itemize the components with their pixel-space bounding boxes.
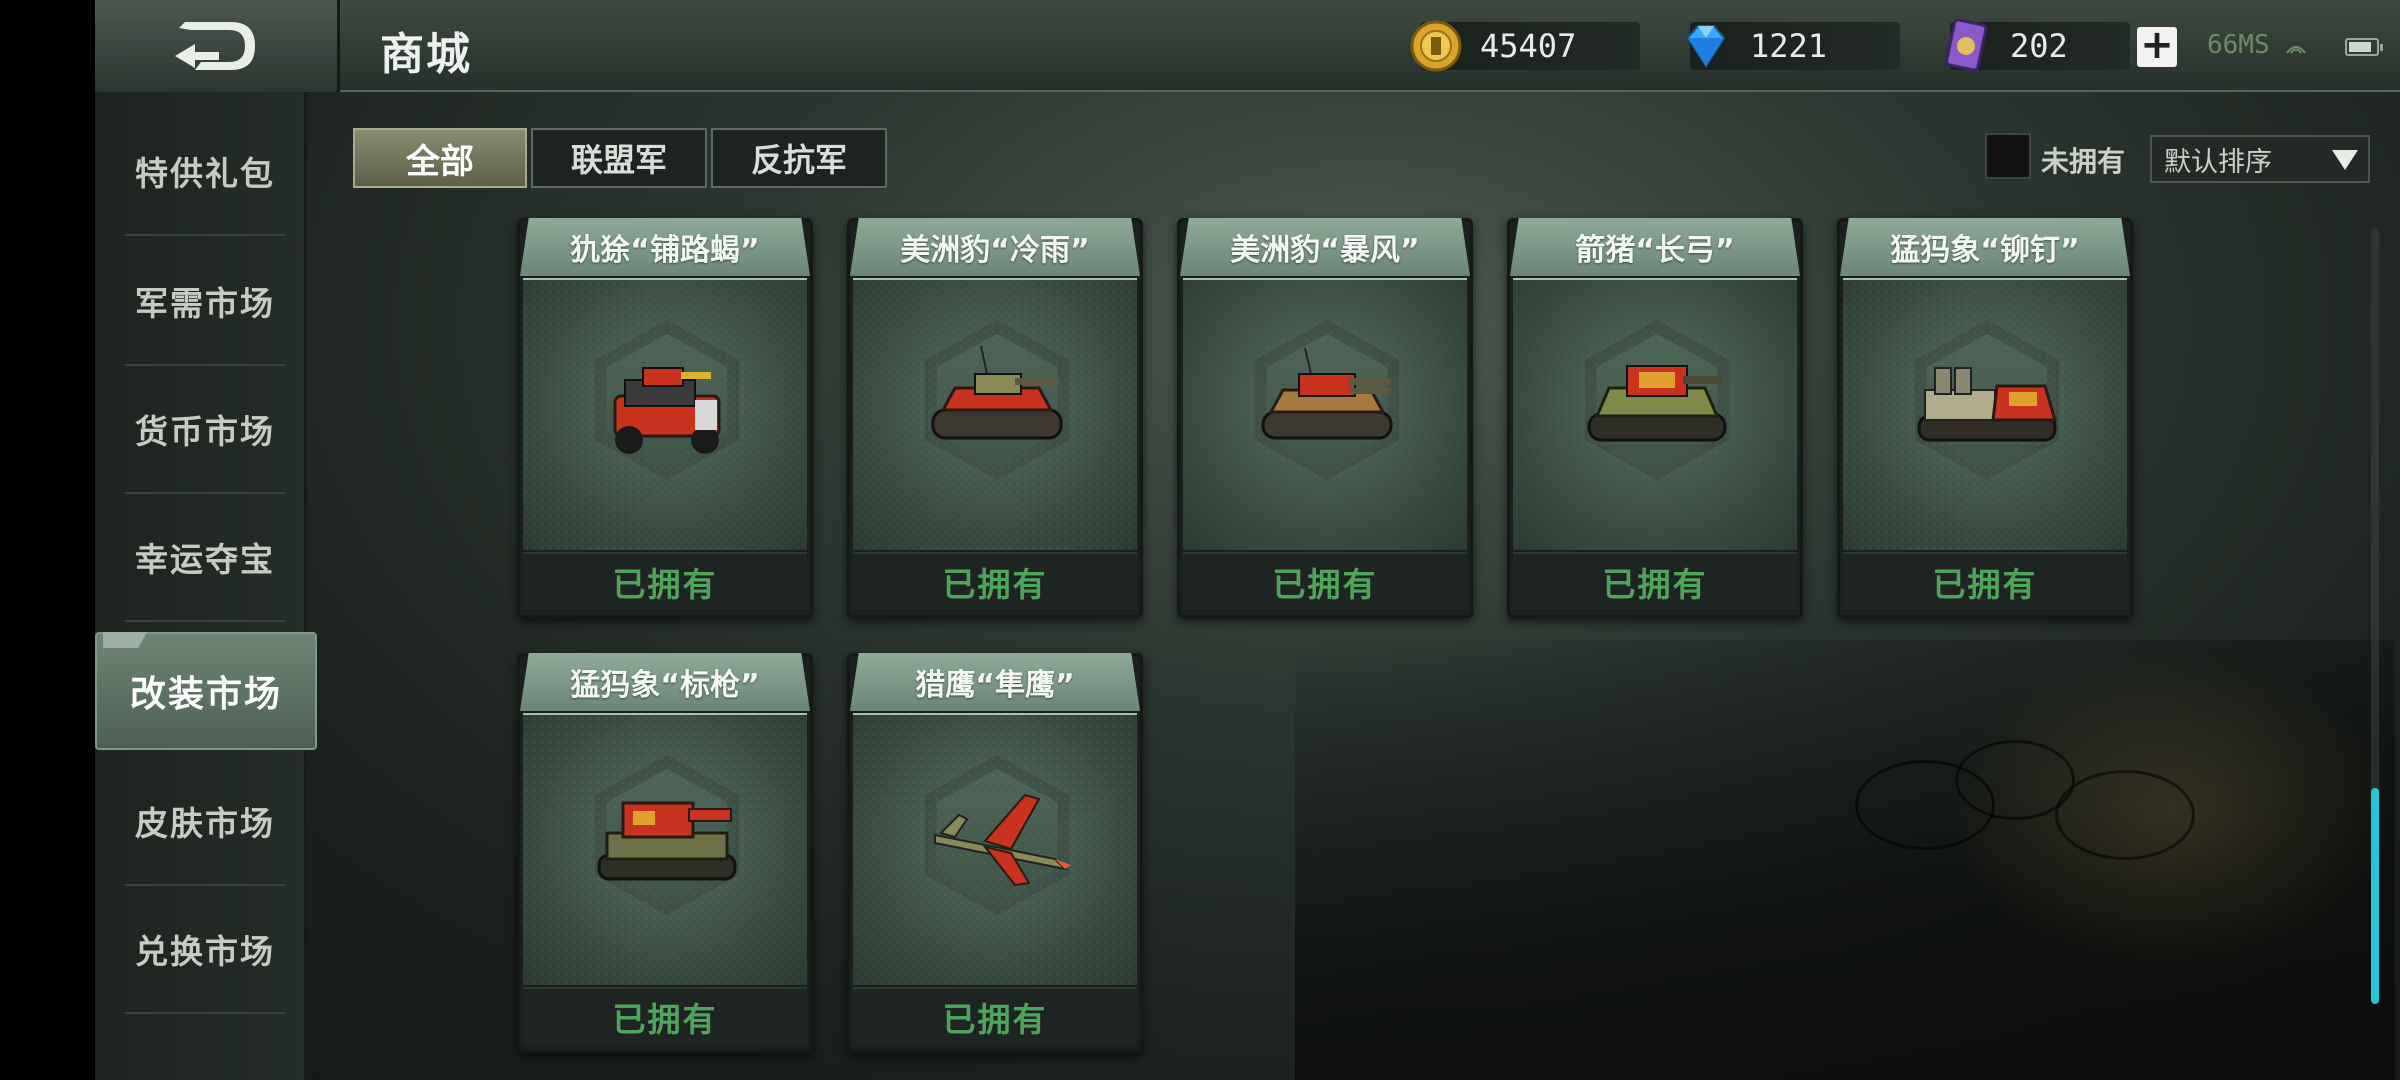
sidebar-item-label: 军需市场 [135,284,275,323]
sidebar-item-mod-market[interactable]: 改装市场 [95,632,317,750]
gold-counter: 45407 [1410,20,1640,72]
card-header: 犰狳“铺路蝎” [520,218,810,276]
not-owned-checkbox[interactable] [1985,133,2031,179]
jet-fighter-icon [934,793,1071,887]
card-image-area [1843,278,2127,550]
item-card[interactable]: 猛犸象“铆钉” 已拥有 [1837,218,2133,618]
card-image-area [853,278,1137,550]
ownership-status: 已拥有 [1183,552,1467,610]
background-barbed-wire [2055,770,2195,860]
owned-label: 已拥有 [942,565,1048,604]
ownership-status: 已拥有 [1843,552,2127,610]
sidebar-item-lucky-draw[interactable]: 幸运夺宝 [125,494,285,622]
ownership-status: 已拥有 [853,987,1137,1045]
tab-label: 全部 [406,141,474,182]
card-header: 猎鹰“隼鹰” [850,653,1140,711]
card-header: 美洲豹“暴风” [1180,218,1470,276]
sort-value: 默认排序 [2164,146,2272,178]
sidebar-item-currency-market[interactable]: 货币市场 [125,366,285,494]
back-arrow-icon [175,22,255,70]
ownership-status: 已拥有 [523,987,807,1045]
owned-label: 已拥有 [1272,565,1378,604]
tab-label: 联盟军 [570,141,667,179]
missile-tank-icon [597,801,737,881]
faction-tabs: 全部 联盟军 反抗军 [353,128,887,188]
card-header: 猛犸象“铆钉” [1840,218,2130,276]
owned-label: 已拥有 [612,565,718,604]
tank-icon [931,345,1063,440]
sidebar-item-label: 皮肤市场 [135,804,275,843]
card-counter: 202 [1945,18,2130,72]
card-image-area [1183,278,1467,550]
sidebar-item-special-packs[interactable]: 特供礼包 [125,108,285,236]
sidebar-item-exchange-market[interactable]: 兑换市场 [125,886,285,1014]
ownership-status: 已拥有 [853,552,1137,610]
sidebar-item-label: 货币市场 [135,412,275,451]
sidebar-item-label: 特供礼包 [135,154,275,193]
owned-label: 已拥有 [1602,565,1708,604]
tank-icon [1261,347,1393,440]
card-value: 202 [2010,27,2068,65]
item-card[interactable]: 猛犸象“标枪” 已拥有 [517,653,813,1053]
owned-label: 已拥有 [1932,565,2038,604]
item-name: 美洲豹“冷雨” [900,233,1090,268]
game-screen: 商城 45407 1221 202 + 66MS 特供礼包 军需市场 货币市场 … [95,0,2400,1080]
gold-value: 45407 [1480,27,1577,65]
heavy-tank-icon [1587,365,1727,442]
add-currency-button[interactable]: + [2137,22,2177,68]
sidebar-item-label: 幸运夺宝 [135,540,275,579]
card-image-area [523,278,807,550]
scrollbar-thumb[interactable] [2371,788,2379,1004]
item-name: 猛犸象“标枪” [570,668,760,703]
purple-card-icon [1945,18,1988,72]
item-card[interactable]: 箭猪“长弓” 已拥有 [1507,218,1803,618]
item-card[interactable]: 美洲豹“冷雨” 已拥有 [847,218,1143,618]
diamond-icon [1686,25,1726,68]
tab-label: 反抗军 [750,141,847,179]
ownership-status: 已拥有 [523,552,807,610]
tab-all[interactable]: 全部 [353,128,527,188]
not-owned-label: 未拥有 [2041,145,2126,178]
scrollbar[interactable] [2371,228,2379,1004]
item-name: 犰狳“铺路蝎” [570,233,760,268]
artillery-icon [1917,367,2058,442]
network-ping: 66MS [2207,30,2307,60]
plus-icon: + [2140,22,2174,68]
item-name: 猛犸象“铆钉” [1890,233,2080,268]
ping-value: 66MS [2207,30,2270,60]
sidebar: 特供礼包 军需市场 货币市场 幸运夺宝 改装市场 皮肤市场 兑换市场 [95,92,317,1080]
gold-coin-icon [1410,20,1462,72]
wifi-signal-icon [2286,45,2307,54]
tab-allied[interactable]: 联盟军 [531,128,707,188]
dropdown-arrow-icon [2332,150,2358,170]
sidebar-item-label: 兑换市场 [135,932,275,971]
item-card[interactable]: 猎鹰“隼鹰” 已拥有 [847,653,1143,1053]
card-image-area [853,713,1137,985]
item-name: 箭猪“长弓” [1575,233,1735,268]
card-header: 猛犸象“标枪” [520,653,810,711]
owned-label: 已拥有 [942,1000,1048,1039]
tab-resistance[interactable]: 反抗军 [711,128,887,188]
sidebar-item-label: 改装市场 [129,674,282,715]
card-image-area [523,713,807,985]
diamond-value: 1221 [1750,27,1828,65]
top-bar: 商城 45407 1221 202 + 66MS [95,0,2400,92]
battery-icon [2345,38,2383,56]
diamond-counter: 1221 [1686,22,1900,70]
item-card[interactable]: 犰狳“铺路蝎” 已拥有 [517,218,813,618]
back-button[interactable] [95,0,340,92]
ownership-status: 已拥有 [1513,552,1797,610]
item-name: 猎鹰“隼鹰” [915,668,1075,703]
owned-label: 已拥有 [612,1000,718,1039]
sidebar-item-supply-market[interactable]: 军需市场 [125,238,285,366]
sidebar-item-skin-market[interactable]: 皮肤市场 [125,758,285,886]
sort-dropdown[interactable]: 默认排序 [2150,135,2370,183]
card-header: 美洲豹“冷雨” [850,218,1140,276]
page-title: 商城 [380,29,472,80]
armored-car-icon [613,367,721,454]
card-image-area [1513,278,1797,550]
card-header: 箭猪“长弓” [1510,218,1800,276]
item-name: 美洲豹“暴风” [1230,233,1420,268]
item-card[interactable]: 美洲豹“暴风” 已拥有 [1177,218,1473,618]
